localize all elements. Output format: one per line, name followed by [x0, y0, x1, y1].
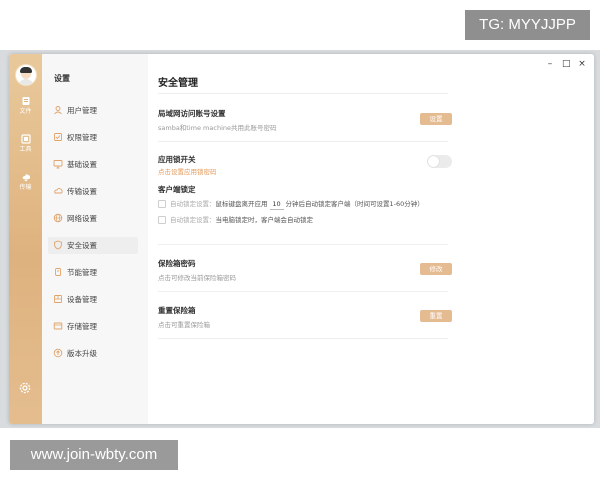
divider [158, 338, 448, 339]
auto-lock-system-checkbox[interactable] [158, 216, 166, 224]
nav-item-label: 节能管理 [67, 268, 97, 277]
nav-item-security[interactable]: 安全设置 [48, 237, 138, 254]
nav-item-label: 用户管理 [67, 106, 97, 115]
nav-item-label: 存储管理 [67, 322, 97, 331]
avatar[interactable] [15, 64, 37, 86]
nav-item-label: 权限管理 [67, 133, 97, 142]
auto-lock-idle-text-before: 鼠标键盘离开应用 [215, 200, 268, 208]
auto-lock-system-option[interactable]: 自动锁定设置：当电脑锁定时，客户端会自动锁定 [158, 215, 313, 225]
modify-safe-password-button[interactable]: 修改 [420, 263, 452, 275]
monitor-icon [53, 160, 63, 169]
minimize-button[interactable]: – [546, 59, 554, 69]
safe-password-desc: 点击可修改当前保险箱密码 [158, 274, 236, 282]
app-lock-desc[interactable]: 点击设置应用锁密码 [158, 166, 217, 176]
nav-item-basic[interactable]: 基础设置 [48, 156, 138, 173]
nav-item-label: 传输设置 [67, 187, 97, 196]
divider [158, 244, 448, 245]
permission-icon [54, 133, 62, 141]
nav-item-upgrade[interactable]: 版本升级 [48, 345, 138, 362]
rail-item-label: 工具 [19, 146, 32, 153]
rail-item-files[interactable]: 文件 [9, 96, 42, 116]
reset-safe-title: 重置保险箱 [158, 306, 196, 315]
reset-safe-button[interactable]: 重置 [420, 310, 452, 322]
auto-lock-idle-prefix: 自动锁定设置： [170, 200, 216, 208]
shield-icon [54, 240, 62, 250]
watermark-site: www.join-wbty.com [10, 440, 178, 470]
maximize-button[interactable]: □ [562, 59, 571, 69]
nav-item-network[interactable]: 网络设置 [48, 210, 138, 227]
nav-item-storage[interactable]: 存储管理 [48, 318, 138, 335]
rail-item-label: 传输 [19, 184, 32, 191]
transfer-icon [54, 187, 63, 194]
power-icon [55, 268, 61, 276]
nav-item-power[interactable]: 节能管理 [48, 264, 138, 281]
nav-item-devices[interactable]: 设备管理 [48, 291, 138, 308]
nav-item-label: 安全设置 [67, 241, 97, 250]
window-controls: – □ × [546, 59, 586, 69]
settings-nav: 设置 用户管理 权限管理 基础设置 传输设置 网络设置 安全设置 节能管理 设备… [42, 54, 148, 424]
lan-account-title: 局域网访问账号设置 [158, 109, 226, 118]
nav-item-transfer[interactable]: 传输设置 [48, 183, 138, 200]
nav-item-users[interactable]: 用户管理 [48, 102, 138, 119]
watermark-tg: TG: MYYJJPP [465, 10, 590, 40]
nav-item-permissions[interactable]: 权限管理 [48, 129, 138, 146]
divider [158, 93, 448, 94]
device-icon [54, 295, 62, 303]
auto-lock-minutes-input[interactable]: 10 [269, 199, 284, 210]
rail-item-tools[interactable]: 工具 [9, 134, 42, 154]
transfer-icon [22, 174, 30, 182]
divider [158, 291, 448, 292]
nav-item-label: 基础设置 [67, 160, 97, 169]
rail-item-label: 文件 [19, 108, 32, 115]
auto-lock-system-prefix: 自动锁定设置： [170, 216, 216, 224]
page-title: 安全管理 [158, 78, 198, 89]
gear-icon[interactable] [18, 381, 32, 395]
nav-item-label: 设备管理 [67, 295, 97, 304]
storage-icon [53, 322, 63, 330]
desktop-area: 文件 工具 传输 设置 用户管理 权限管理 基础设置 传输设置 网络设置 安全设… [0, 50, 600, 428]
nav-title: 设置 [54, 74, 70, 83]
auto-lock-idle-option[interactable]: 自动锁定设置：鼠标键盘离开应用 10 分钟后自动锁定客户端（时间可设置1-60分钟） [158, 199, 424, 210]
nav-item-label: 版本升级 [67, 349, 97, 358]
auto-lock-idle-text-after: 分钟后自动锁定客户端（时间可设置1-60分钟） [285, 200, 424, 208]
auto-lock-idle-checkbox[interactable] [158, 200, 166, 208]
rail-item-transfer[interactable]: 传输 [9, 172, 42, 192]
globe-icon [53, 213, 63, 223]
upgrade-icon [53, 348, 63, 358]
tools-icon [20, 134, 31, 144]
icon-rail: 文件 工具 传输 [9, 54, 42, 424]
reset-safe-desc: 点击可重置保险箱 [158, 321, 210, 329]
nav-item-label: 网络设置 [67, 214, 97, 223]
divider [158, 141, 448, 142]
app-lock-toggle[interactable] [427, 155, 452, 168]
lan-account-settings-button[interactable]: 设置 [420, 113, 452, 125]
client-lock-title: 客户端锁定 [158, 185, 196, 194]
user-icon [54, 106, 62, 115]
file-icon [22, 97, 29, 105]
security-panel: – □ × 安全管理 局域网访问账号设置 samba和time machine共… [148, 54, 594, 424]
app-lock-title: 应用锁开关 [158, 155, 196, 164]
lan-account-desc: samba和time machine共用此账号密码 [158, 124, 277, 132]
close-button[interactable]: × [578, 59, 586, 69]
app-window: 文件 工具 传输 设置 用户管理 权限管理 基础设置 传输设置 网络设置 安全设… [9, 54, 594, 424]
safe-password-title: 保险箱密码 [158, 259, 196, 268]
auto-lock-system-text: 当电脑锁定时，客户端会自动锁定 [215, 216, 314, 224]
